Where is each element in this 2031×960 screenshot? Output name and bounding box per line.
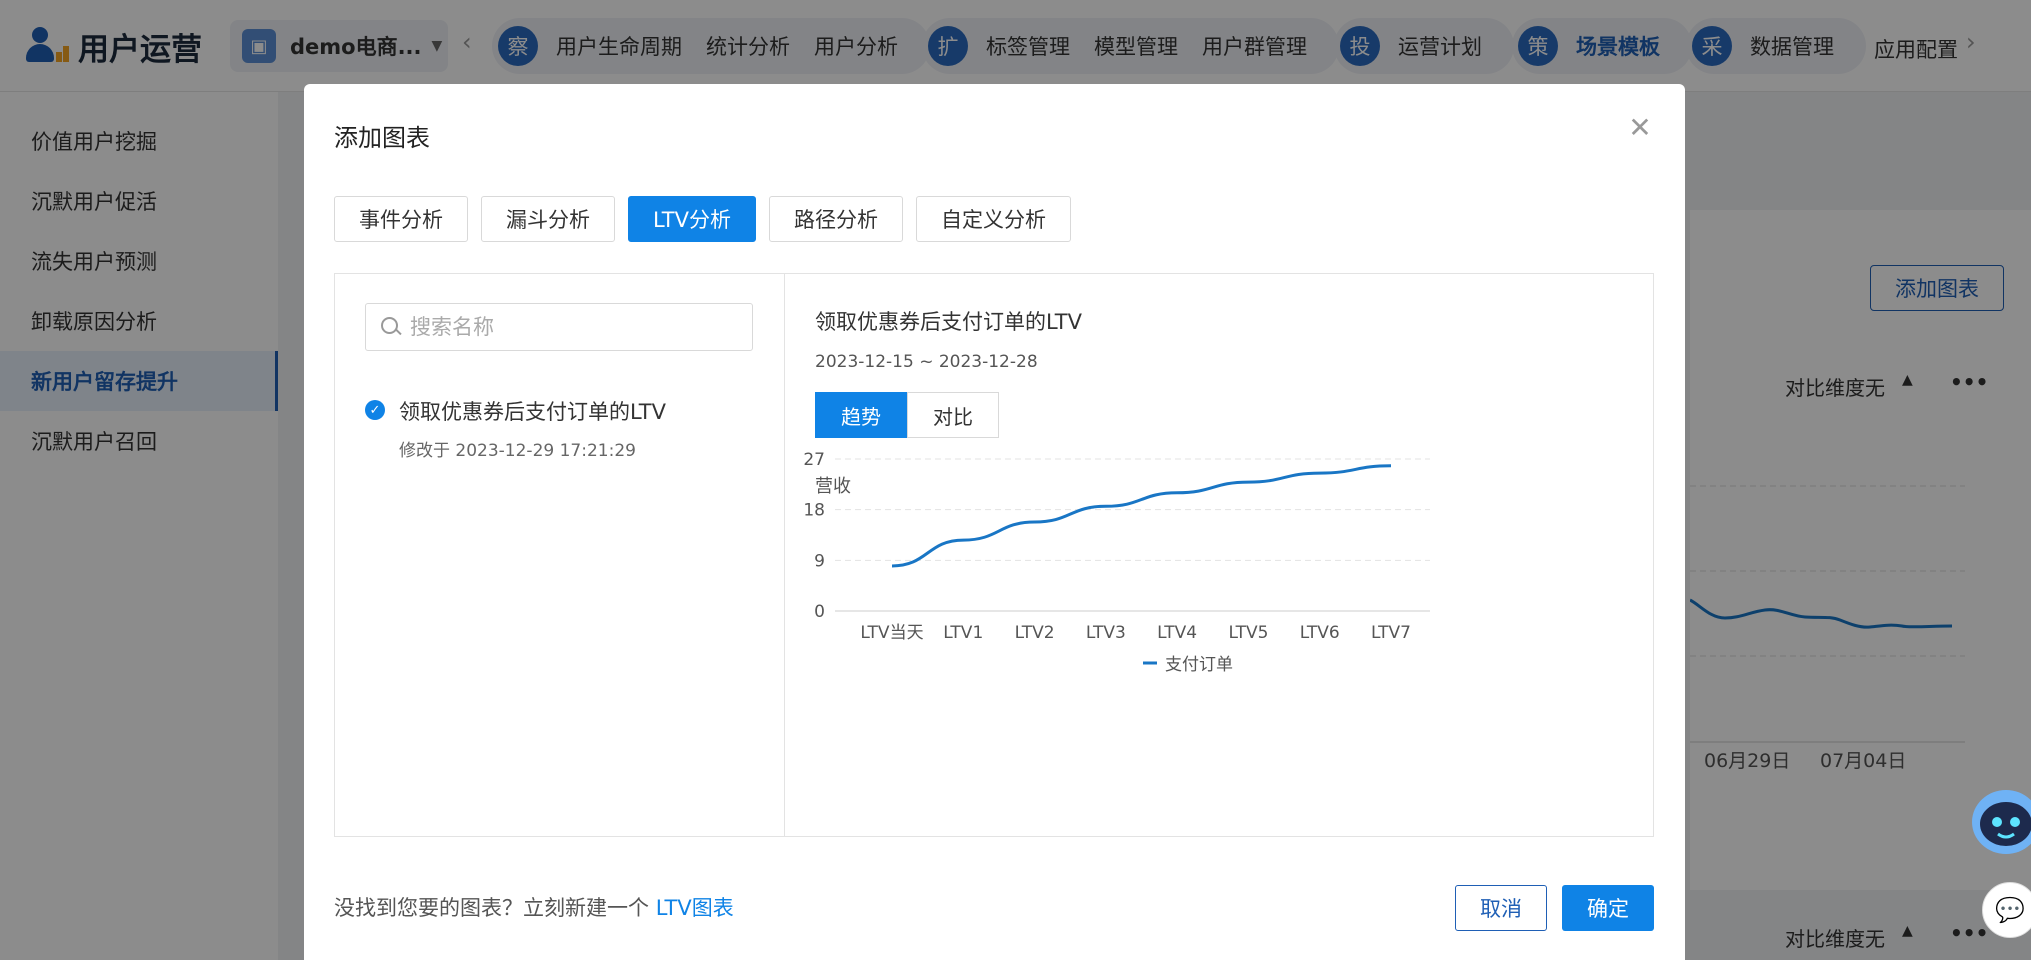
- x-tick-label: LTV6: [1300, 623, 1340, 643]
- y-tick-label: 0: [814, 602, 825, 622]
- ltv-line-chart: 0 9 18 27 LTV当天 LTV1 LTV2 LTV3 LTV4 LTV5 LTV6 LTV7…: [803, 450, 1430, 675]
- chart-item-name: 领取优惠券后支付订单的LTV: [399, 400, 667, 424]
- add-chart-dialog: 添加图表 ✕ 事件分析 漏斗分析 LTV分析 路径分析 自定义分析 ✓ 领取优惠…: [304, 84, 1685, 960]
- footer-prompt-text: 没找到您要的图表？立刻新建一个: [334, 896, 656, 920]
- analysis-tabs: 事件分析 漏斗分析 LTV分析 路径分析 自定义分析: [334, 196, 1084, 242]
- tab-path-analysis[interactable]: 路径分析: [769, 196, 904, 242]
- create-ltv-chart-link[interactable]: LTV图表: [656, 896, 734, 920]
- x-tick-label: LTV1: [943, 623, 983, 643]
- legend-label: 支付订单: [1165, 655, 1233, 675]
- tab-ltv-analysis[interactable]: LTV分析: [628, 196, 757, 242]
- cancel-button[interactable]: 取消: [1455, 885, 1547, 931]
- dialog-title: 添加图表: [334, 124, 430, 152]
- tab-event-analysis[interactable]: 事件分析: [334, 196, 468, 242]
- x-tick-label: LTV7: [1371, 623, 1411, 643]
- y-tick-label: 9: [814, 551, 825, 571]
- tab-funnel-analysis[interactable]: 漏斗分析: [481, 196, 615, 242]
- y-tick-label: 27: [803, 450, 825, 470]
- footer-prompt: 没找到您要的图表？立刻新建一个 LTV图表: [334, 892, 734, 922]
- chart-picker-panel: ✓ 领取优惠券后支付订单的LTV 修改于 2023-12-29 17:21:29…: [334, 273, 1654, 837]
- search-icon: [380, 316, 402, 338]
- list-item[interactable]: ✓ 领取优惠券后支付订单的LTV 修改于 2023-12-29 17:21:29: [365, 396, 666, 461]
- check-circle-icon[interactable]: ✓: [365, 400, 385, 420]
- chart-list-pane: ✓ 领取优惠券后支付订单的LTV 修改于 2023-12-29 17:21:29: [335, 274, 785, 836]
- chart-preview-pane: 领取优惠券后支付订单的LTV 2023-12-15 ~ 2023-12-28 趋…: [785, 274, 1655, 836]
- x-tick-label: LTV2: [1015, 623, 1055, 643]
- search-input[interactable]: [410, 315, 730, 339]
- chart-item-modified: 修改于 2023-12-29 17:21:29: [399, 441, 636, 461]
- wechat-icon[interactable]: 💬: [1982, 882, 2031, 938]
- series-line-payment: [891, 464, 1392, 568]
- x-tick-label: LTV4: [1157, 623, 1197, 643]
- assistant-robot-icon[interactable]: [1966, 780, 2031, 860]
- tab-custom-analysis[interactable]: 自定义分析: [916, 196, 1072, 242]
- x-tick-label: LTV3: [1086, 623, 1126, 643]
- search-box: [365, 303, 753, 351]
- confirm-button[interactable]: 确定: [1562, 885, 1654, 931]
- x-tick-label: LTV5: [1228, 623, 1268, 643]
- close-icon[interactable]: ✕: [1625, 111, 1655, 144]
- y-tick-label: 18: [803, 501, 825, 521]
- x-tick-label: LTV当天: [860, 623, 923, 643]
